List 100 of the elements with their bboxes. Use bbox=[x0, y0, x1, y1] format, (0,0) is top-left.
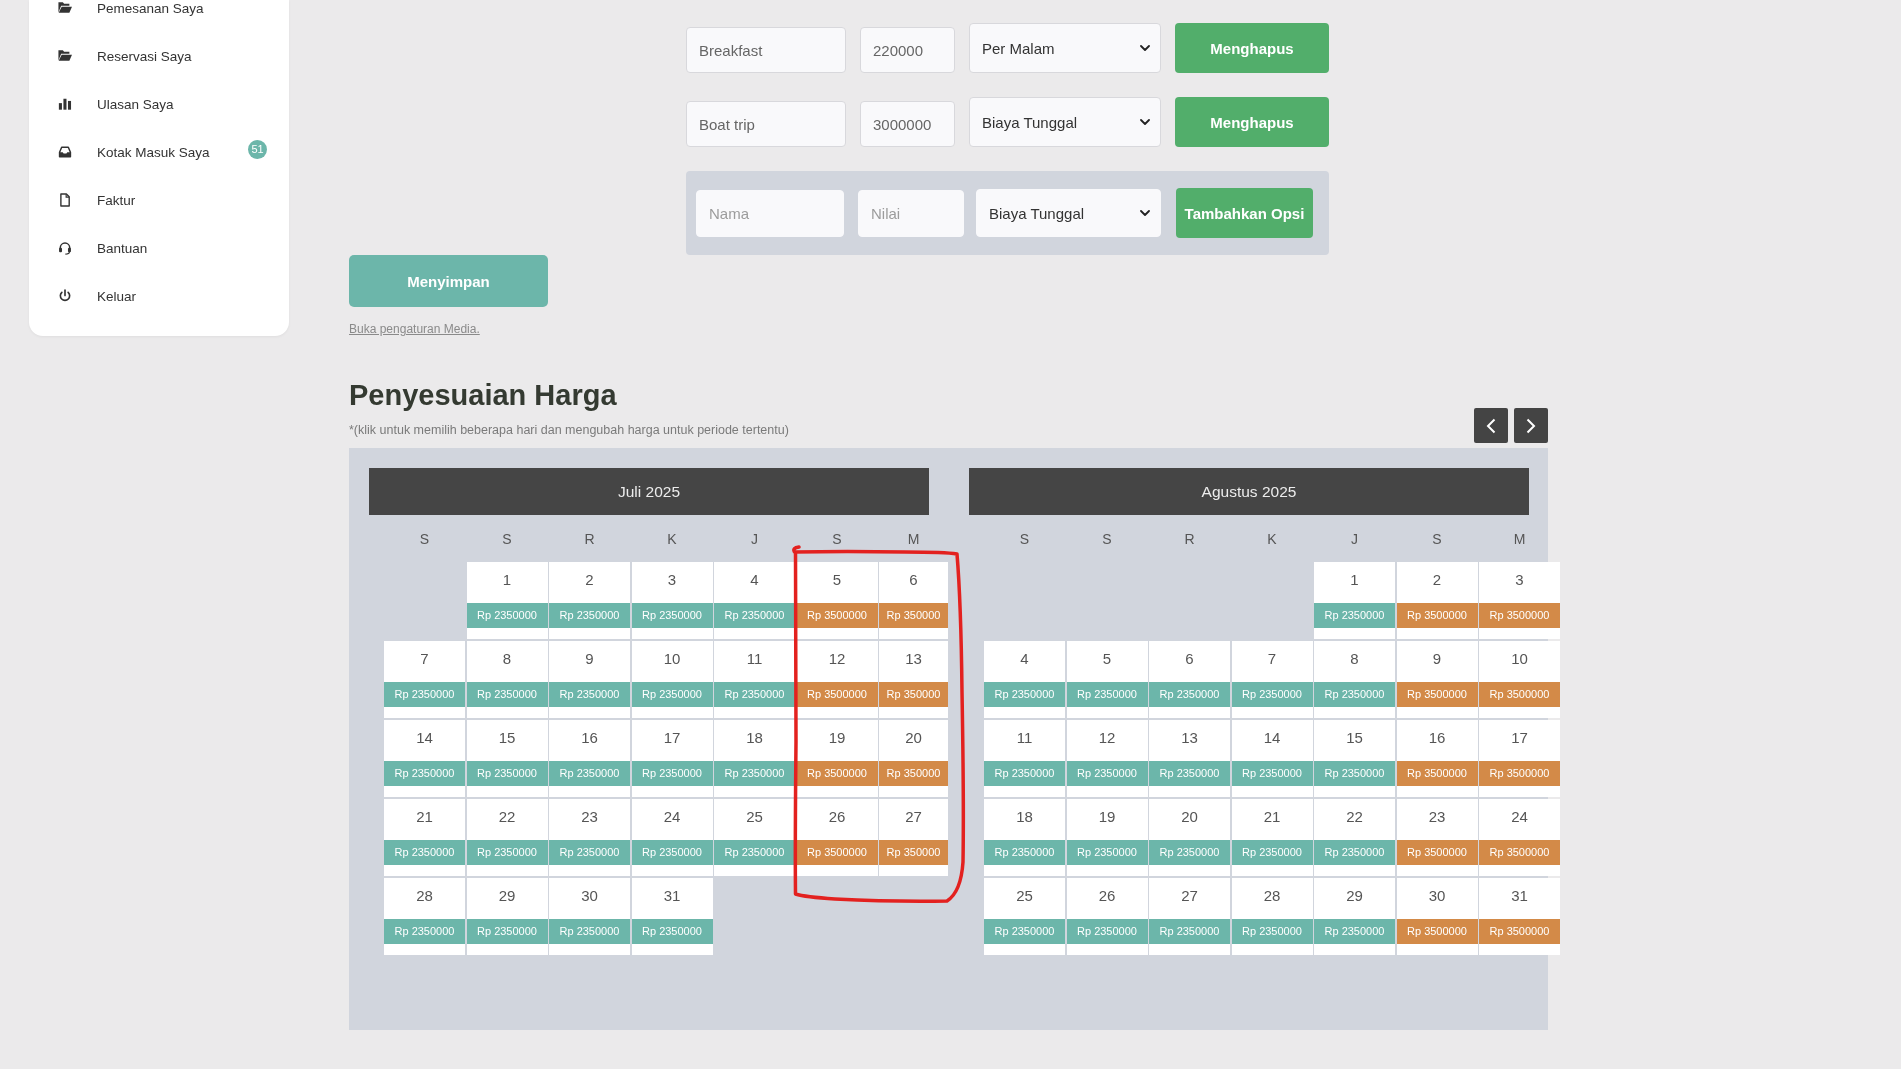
day-cell[interactable]: 4 Rp 2350000 bbox=[714, 562, 795, 639]
day-cell[interactable]: 28 Rp 2350000 bbox=[384, 878, 465, 955]
charge-select[interactable]: Per Malam bbox=[969, 23, 1161, 73]
day-cell[interactable]: 9 Rp 2350000 bbox=[549, 641, 630, 718]
day-cell[interactable]: 20 Rp 350000 bbox=[879, 720, 948, 797]
day-number: 18 bbox=[746, 729, 763, 747]
chevron-left-icon bbox=[1486, 417, 1496, 434]
day-cell[interactable]: 8 Rp 2350000 bbox=[1314, 641, 1395, 718]
month-header: Juli 2025 bbox=[369, 468, 929, 515]
day-cell[interactable]: 15 Rp 2350000 bbox=[1314, 720, 1395, 797]
day-cell[interactable]: 10 Rp 3500000 bbox=[1479, 641, 1560, 718]
day-cell[interactable]: 15 Rp 2350000 bbox=[466, 720, 548, 797]
price-tag: Rp 2350000 bbox=[714, 761, 795, 786]
day-cell[interactable]: 24 Rp 2350000 bbox=[631, 799, 713, 876]
weekday-label: R bbox=[1184, 530, 1195, 547]
day-cell[interactable]: 23 Rp 3500000 bbox=[1396, 799, 1478, 876]
weekday-label: S bbox=[1102, 530, 1112, 547]
day-cell[interactable]: 9 Rp 3500000 bbox=[1396, 641, 1478, 718]
day-cell[interactable]: 5 Rp 3500000 bbox=[796, 562, 878, 639]
day-cell[interactable]: 3 Rp 3500000 bbox=[1479, 562, 1560, 639]
weekday-label: J bbox=[1351, 530, 1358, 547]
price-tag: Rp 2350000 bbox=[384, 682, 465, 707]
sidebar-item[interactable]: Bantuan bbox=[29, 224, 289, 272]
sidebar-item[interactable]: Ulasan Saya bbox=[29, 80, 289, 128]
name-input[interactable]: Boat trip bbox=[686, 101, 846, 147]
sidebar-item[interactable]: Faktur bbox=[29, 176, 289, 224]
day-cell[interactable]: 25 Rp 2350000 bbox=[714, 799, 795, 876]
day-number: 19 bbox=[828, 729, 846, 747]
day-cell[interactable]: 1 Rp 2350000 bbox=[466, 562, 548, 639]
sidebar-item[interactable]: Keluar bbox=[29, 272, 289, 320]
price-tag: Rp 2350000 bbox=[714, 603, 795, 628]
weekday-label: M bbox=[907, 530, 920, 547]
day-cell[interactable]: 25 Rp 2350000 bbox=[984, 878, 1065, 955]
day-cell[interactable]: 16 Rp 3500000 bbox=[1396, 720, 1478, 797]
day-cell[interactable]: 1 Rp 2350000 bbox=[1314, 562, 1395, 639]
day-cell[interactable]: 18 Rp 2350000 bbox=[984, 799, 1065, 876]
price-tag: Rp 2350000 bbox=[1149, 919, 1230, 944]
day-cell[interactable]: 24 Rp 3500000 bbox=[1479, 799, 1560, 876]
day-number: 26 bbox=[828, 808, 846, 826]
previous-month-button[interactable] bbox=[1474, 408, 1508, 443]
day-cell[interactable]: 31 Rp 2350000 bbox=[631, 878, 713, 955]
sidebar-item[interactable]: Kotak Masuk Saya 51 bbox=[29, 128, 289, 176]
day-cell[interactable]: 10 Rp 2350000 bbox=[631, 641, 713, 718]
day-cell[interactable]: 2 Rp 3500000 bbox=[1396, 562, 1478, 639]
day-cell[interactable]: 14 Rp 2350000 bbox=[384, 720, 465, 797]
sidebar-item[interactable]: Reservasi Saya bbox=[29, 32, 289, 80]
day-cell[interactable]: 26 Rp 3500000 bbox=[796, 799, 878, 876]
day-cell[interactable]: 30 Rp 2350000 bbox=[549, 878, 630, 955]
day-cell[interactable]: 17 Rp 2350000 bbox=[631, 720, 713, 797]
value-input[interactable]: Nilai bbox=[858, 189, 964, 237]
sidebar-item[interactable]: Pemesanan Saya bbox=[29, 0, 289, 32]
day-cell[interactable]: 27 Rp 2350000 bbox=[1149, 878, 1230, 955]
day-cell[interactable]: 28 Rp 2350000 bbox=[1231, 878, 1313, 955]
day-cell[interactable]: 21 Rp 2350000 bbox=[384, 799, 465, 876]
day-cell[interactable]: 11 Rp 2350000 bbox=[714, 641, 795, 718]
charge-select[interactable]: Biaya Tunggal bbox=[969, 97, 1161, 147]
name-input[interactable]: Nama bbox=[696, 189, 844, 237]
day-cell[interactable]: 23 Rp 2350000 bbox=[549, 799, 630, 876]
day-cell[interactable]: 11 Rp 2350000 bbox=[984, 720, 1065, 797]
day-number: 10 bbox=[1511, 650, 1528, 668]
day-cell[interactable]: 20 Rp 2350000 bbox=[1149, 799, 1230, 876]
day-cell[interactable]: 3 Rp 2350000 bbox=[631, 562, 713, 639]
day-cell[interactable]: 2 Rp 2350000 bbox=[549, 562, 630, 639]
day-cell[interactable]: 22 Rp 2350000 bbox=[1314, 799, 1395, 876]
name-input[interactable]: Breakfast bbox=[686, 27, 846, 73]
day-cell[interactable]: 7 Rp 2350000 bbox=[1231, 641, 1313, 718]
value-input[interactable]: 3000000 bbox=[860, 101, 955, 147]
day-cell[interactable]: 31 Rp 3500000 bbox=[1479, 878, 1560, 955]
day-cell[interactable]: 12 Rp 3500000 bbox=[796, 641, 878, 718]
day-cell[interactable]: 29 Rp 2350000 bbox=[1314, 878, 1395, 955]
day-cell[interactable]: 6 Rp 2350000 bbox=[1149, 641, 1230, 718]
day-cell[interactable]: 30 Rp 3500000 bbox=[1396, 878, 1478, 955]
count-badge: 51 bbox=[248, 139, 267, 159]
day-cell[interactable]: 13 Rp 350000 bbox=[879, 641, 948, 718]
day-cell[interactable]: 22 Rp 2350000 bbox=[466, 799, 548, 876]
day-cell[interactable]: 14 Rp 2350000 bbox=[1231, 720, 1313, 797]
price-tag: Rp 2350000 bbox=[1066, 761, 1148, 786]
day-cell[interactable]: 17 Rp 3500000 bbox=[1479, 720, 1560, 797]
day-number: 22 bbox=[498, 808, 516, 826]
day-cell[interactable]: 4 Rp 2350000 bbox=[984, 641, 1065, 718]
day-cell[interactable]: 18 Rp 2350000 bbox=[714, 720, 795, 797]
day-cell[interactable]: 7 Rp 2350000 bbox=[384, 641, 465, 718]
next-month-button[interactable] bbox=[1514, 408, 1548, 443]
day-cell[interactable]: 19 Rp 2350000 bbox=[1066, 799, 1148, 876]
day-cell[interactable]: 8 Rp 2350000 bbox=[466, 641, 548, 718]
day-cell[interactable]: 26 Rp 2350000 bbox=[1066, 878, 1148, 955]
day-cell[interactable]: 16 Rp 2350000 bbox=[549, 720, 630, 797]
day-cell[interactable]: 13 Rp 2350000 bbox=[1149, 720, 1230, 797]
day-number: 9 bbox=[585, 650, 594, 668]
day-cell[interactable]: 19 Rp 3500000 bbox=[796, 720, 878, 797]
document-icon bbox=[58, 193, 72, 207]
day-cell[interactable]: 21 Rp 2350000 bbox=[1231, 799, 1313, 876]
day-cell[interactable]: 29 Rp 2350000 bbox=[466, 878, 548, 955]
day-cell[interactable]: 27 Rp 350000 bbox=[879, 799, 948, 876]
day-cell[interactable]: 12 Rp 2350000 bbox=[1066, 720, 1148, 797]
charge-select[interactable]: Biaya Tunggal bbox=[976, 189, 1161, 237]
day-cell[interactable]: 6 Rp 350000 bbox=[879, 562, 948, 639]
price-tag: Rp 2350000 bbox=[1231, 682, 1313, 707]
value-input[interactable]: 220000 bbox=[860, 27, 955, 73]
day-cell[interactable]: 5 Rp 2350000 bbox=[1066, 641, 1148, 718]
